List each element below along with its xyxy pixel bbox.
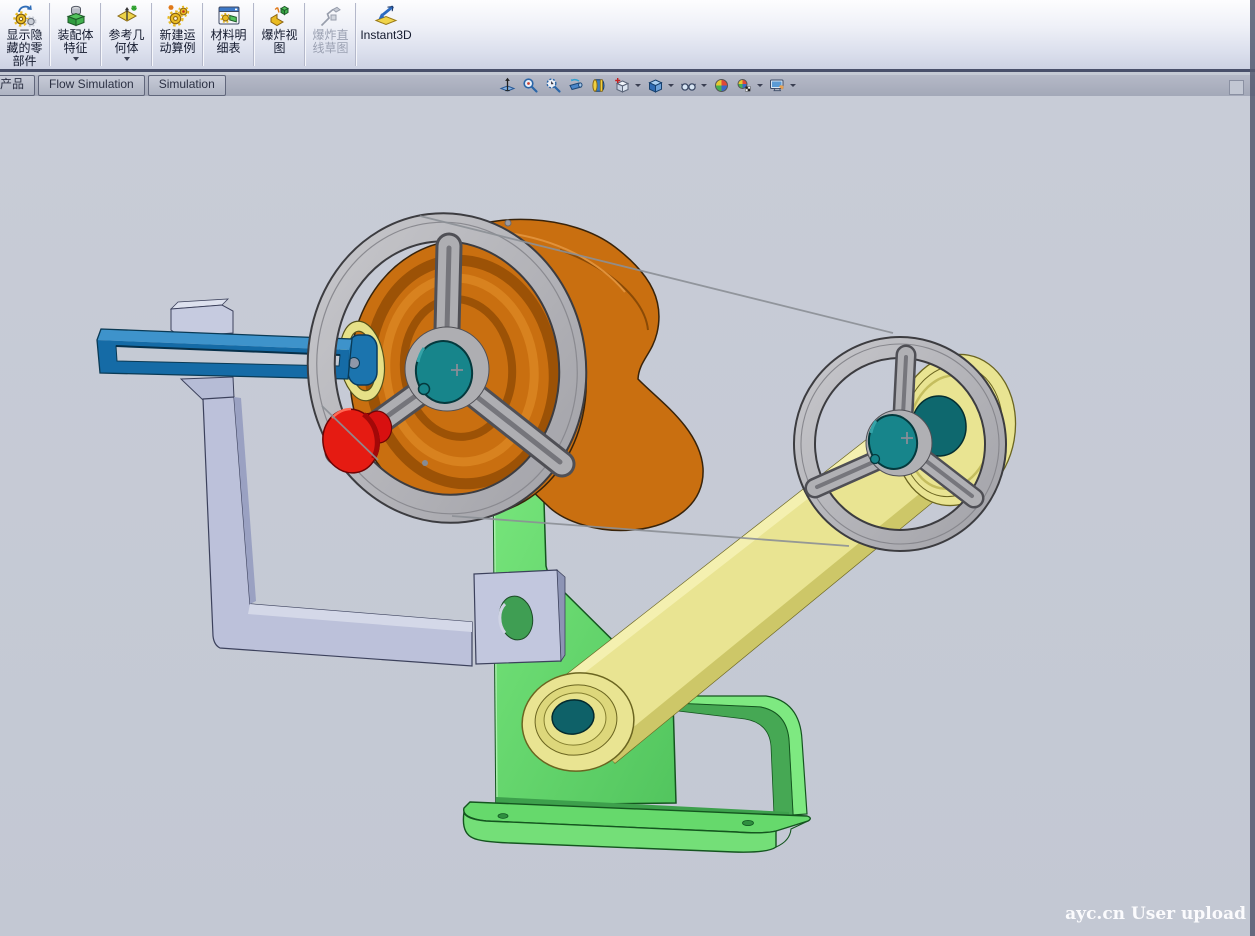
command-manager-ribbon: 显示隐 藏的零 部件 装配体 特征 [0, 0, 1255, 72]
show-hide-components-button[interactable]: 显示隐 藏的零 部件 [1, 0, 48, 69]
assembly-features-button[interactable]: 装配体 特征 [52, 0, 99, 69]
view-orientation-caret-icon[interactable] [635, 84, 641, 87]
view-orientation-icon[interactable] [614, 77, 631, 94]
apply-scene-icon[interactable] [736, 77, 753, 94]
bill-of-materials-button[interactable]: 材料明 细表 [205, 0, 252, 69]
viewport-3d[interactable]: ayc.cn User upload [0, 96, 1255, 936]
dropdown-caret-icon[interactable] [124, 57, 130, 61]
new-motion-study-button[interactable]: 新建运 动算例 [154, 0, 201, 69]
view-settings-caret-icon[interactable] [790, 84, 796, 87]
show-hide-components-icon [12, 2, 38, 29]
new-motion-study-icon [165, 2, 191, 29]
tab-flow-simulation[interactable]: Flow Simulation [38, 75, 145, 96]
button-label: 动算例 [159, 42, 195, 55]
watermark: ayc.cn User upload [1065, 904, 1246, 924]
hide-show-items-caret-icon[interactable] [701, 84, 707, 87]
toolbar-separator [202, 3, 204, 66]
window-right-edge [1250, 0, 1255, 936]
toolbar-separator [355, 3, 357, 66]
bill-of-materials-icon [216, 2, 242, 29]
apply-scene-caret-icon[interactable] [757, 84, 763, 87]
origin-point [422, 460, 428, 466]
button-label: 何体 [114, 42, 138, 55]
instant3d-button[interactable]: Instant3D [358, 0, 414, 69]
instant3d-icon [373, 2, 399, 29]
explode-line-sketch-button[interactable]: 爆炸直 线草图 [307, 0, 354, 69]
toolbar-separator [304, 3, 306, 66]
section-view-icon[interactable] [591, 77, 608, 94]
hide-show-items-icon[interactable] [680, 77, 697, 94]
tab-simulation[interactable]: Simulation [148, 75, 226, 96]
heads-up-view-toolbar [499, 75, 796, 96]
toolbar-separator [151, 3, 153, 66]
previous-view-icon[interactable] [545, 77, 562, 94]
button-label: Instant3D [360, 29, 411, 42]
tab-product[interactable]: 产品 [0, 75, 35, 96]
exploded-view-button[interactable]: 爆炸视 图 [256, 0, 303, 69]
toolbar-separator [100, 3, 102, 66]
display-style-icon[interactable] [647, 77, 664, 94]
reference-geometry-icon [114, 2, 140, 29]
reference-geometry-button[interactable]: 参考几 何体 [103, 0, 150, 69]
display-style-caret-icon[interactable] [668, 84, 674, 87]
button-label: 特征 [63, 42, 87, 55]
toolbar-separator [49, 3, 51, 66]
featuremanager-toggle[interactable] [1229, 80, 1244, 95]
button-label: 细表 [216, 42, 240, 55]
zoom-to-fit-icon[interactable] [499, 77, 516, 94]
edit-appearance-icon[interactable] [713, 77, 730, 94]
view-selector-icon[interactable] [568, 77, 585, 94]
button-label: 线草图 [312, 42, 348, 55]
exploded-view-icon [267, 2, 293, 29]
view-settings-icon[interactable] [769, 77, 786, 94]
assembly-scene [0, 96, 1255, 936]
explode-line-sketch-icon [318, 2, 344, 29]
button-label: 部件 [12, 55, 36, 68]
assembly-features-icon [63, 2, 89, 29]
toolbar-separator [253, 3, 255, 66]
zoom-to-area-icon[interactable] [522, 77, 539, 94]
button-label: 图 [273, 42, 285, 55]
dropdown-caret-icon[interactable] [73, 57, 79, 61]
